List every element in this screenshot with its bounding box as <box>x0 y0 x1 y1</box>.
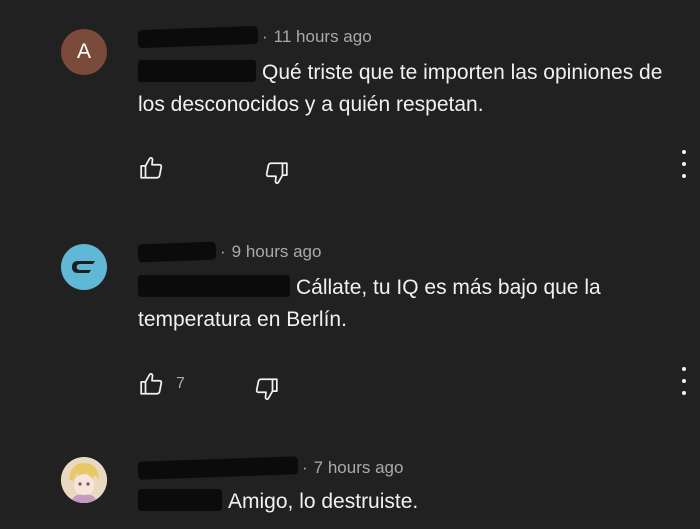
avatar[interactable] <box>61 457 107 503</box>
comment-meta: · 11 hours ago <box>137 25 372 49</box>
anime-avatar-icon <box>61 457 107 503</box>
dislike-button[interactable] <box>262 160 290 186</box>
avatar[interactable] <box>61 244 107 290</box>
redacted-mention <box>138 275 290 297</box>
more-vertical-icon <box>682 367 686 371</box>
more-vertical-icon <box>682 150 686 154</box>
more-options-button[interactable] <box>676 150 692 178</box>
separator-dot: · <box>262 27 268 46</box>
avatar[interactable]: A <box>61 29 107 75</box>
comment-text: Amigo, lo destruiste. <box>138 486 683 518</box>
comment-meta: · 9 hours ago <box>137 241 322 263</box>
comment-text: Qué triste que te importen las opiniones… <box>138 57 683 121</box>
like-button[interactable] <box>138 155 166 181</box>
separator-dot: · <box>220 242 226 261</box>
comment-body: Amigo, lo destruiste. <box>228 490 419 513</box>
comment-actions: 7 <box>138 366 280 402</box>
dislike-button[interactable] <box>252 376 280 402</box>
comment-text: Cállate, tu IQ es más bajo que la temper… <box>138 272 683 336</box>
redacted-mention <box>138 60 256 82</box>
comment-timestamp[interactable]: 11 hours ago <box>274 27 372 47</box>
redacted-username <box>137 241 217 263</box>
more-options-button[interactable] <box>676 367 692 395</box>
separator-dot: · <box>302 458 308 477</box>
thumbs-down-icon <box>255 378 278 400</box>
avatar-letter: A <box>76 40 91 63</box>
like-count: 7 <box>176 375 185 392</box>
comment-actions <box>138 150 290 186</box>
redacted-username <box>137 25 259 49</box>
redacted-mention <box>138 489 222 511</box>
thumbs-up-icon <box>140 157 163 179</box>
thumbs-up-icon <box>140 373 163 395</box>
redacted-username <box>137 456 299 480</box>
comment-meta: · 7 hours ago <box>137 456 404 480</box>
like-button[interactable]: 7 <box>138 371 185 397</box>
channel-logo-icon <box>72 261 95 273</box>
thumbs-down-icon <box>265 162 288 184</box>
comment-timestamp[interactable]: 7 hours ago <box>314 458 404 478</box>
comment-timestamp[interactable]: 9 hours ago <box>232 242 322 262</box>
